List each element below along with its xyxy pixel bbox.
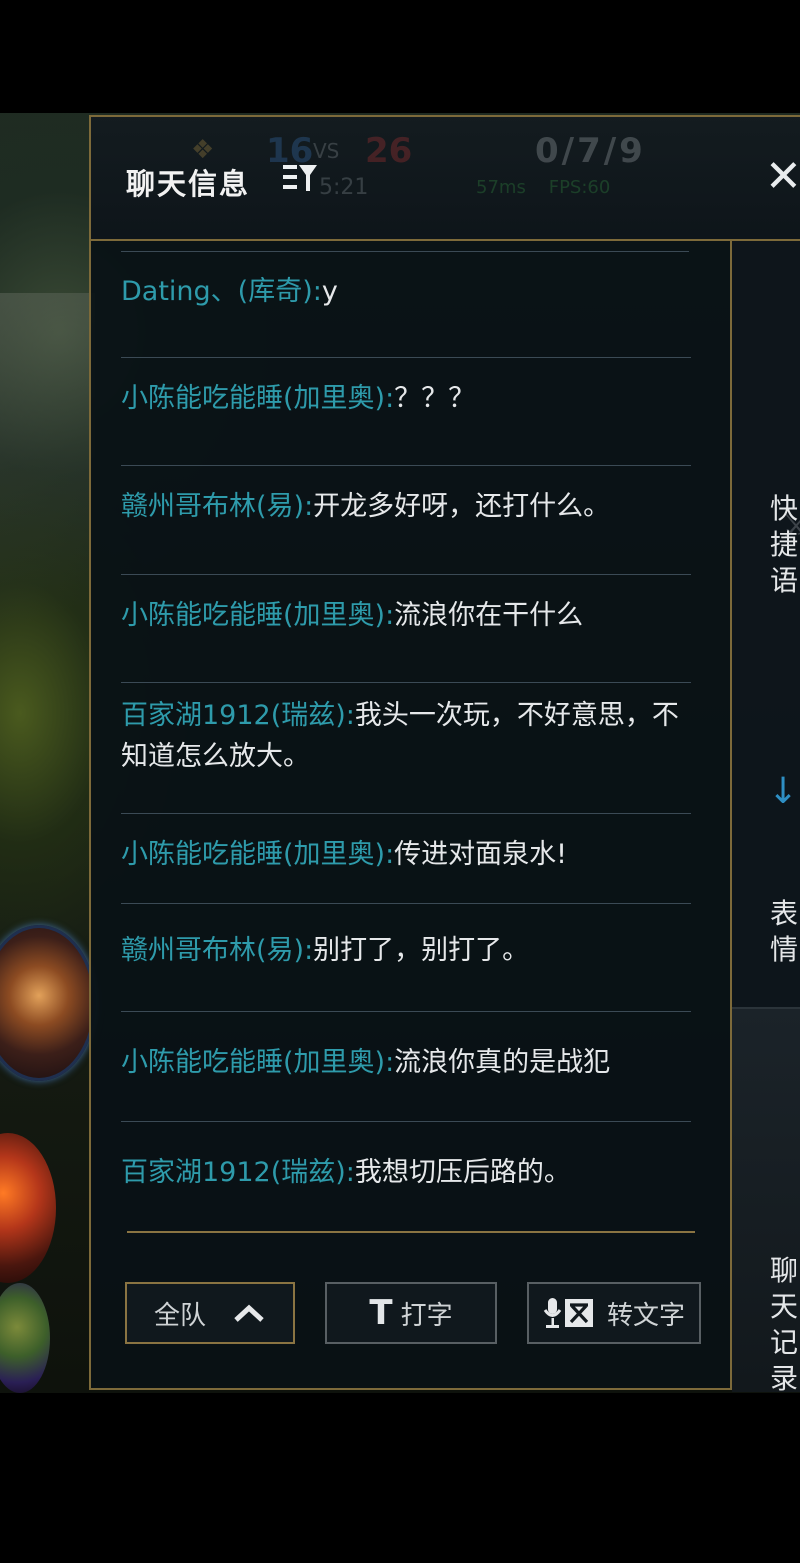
fps: FPS:60 bbox=[548, 177, 611, 198]
list-item: 小陈能吃能睡(加里奥):传进对面泉水! bbox=[121, 813, 691, 875]
chat-history-tab[interactable]: 聊天记录 bbox=[770, 1253, 800, 1397]
message-sender[interactable]: 小陈能吃能睡(加里奥): bbox=[121, 600, 394, 631]
ping: 57ms bbox=[476, 177, 526, 198]
list-item: 小陈能吃能睡(加里奥):？？？ bbox=[121, 357, 691, 419]
message-text: 流浪你真的是战犯 bbox=[394, 1047, 611, 1078]
message-text: 传进对面泉水! bbox=[394, 839, 567, 870]
voice-to-text-icon bbox=[543, 1298, 593, 1328]
message-text: y bbox=[321, 276, 338, 307]
list-item: 赣州哥布林(易):开龙多好呀，还打什么。 bbox=[121, 465, 691, 527]
map-terrain bbox=[0, 293, 95, 713]
divider bbox=[127, 1231, 695, 1233]
red-score: 26 bbox=[365, 131, 413, 171]
chat-sidebar: ⚔ 快捷语 ↓ 表情 聊天记录 bbox=[730, 241, 800, 1395]
message-text: ？？？ bbox=[394, 383, 476, 414]
text-icon: T bbox=[369, 1293, 393, 1333]
message-text: 别打了，别打了。 bbox=[313, 935, 530, 966]
message-sender[interactable]: 赣州哥布林(易): bbox=[121, 491, 313, 522]
voice-to-text-button[interactable]: 转文字 bbox=[527, 1282, 701, 1344]
vs-label: VS bbox=[313, 139, 340, 163]
chat-header: ❖ 16 VS 26 5:21 0/7/9 57ms FPS:60 聊天信息 ✕ bbox=[91, 117, 800, 241]
game-timer: 5:21 bbox=[319, 175, 369, 200]
message-sender[interactable]: 小陈能吃能睡(加里奥): bbox=[121, 1047, 394, 1078]
message-sender[interactable]: 赣州哥布林(易): bbox=[121, 935, 313, 966]
message-text: 流浪你在干什么 bbox=[394, 600, 584, 631]
message-text: 开龙多好呀，还打什么。 bbox=[313, 491, 611, 522]
close-icon[interactable]: ✕ bbox=[765, 155, 800, 199]
list-item: 百家湖1912(瑞兹):我头一次玩，不好意思，不知道怎么放大。 bbox=[121, 682, 691, 777]
voice-to-text-label: 转文字 bbox=[606, 1300, 685, 1331]
list-item: 赣州哥布林(易):别打了，别打了。 bbox=[121, 903, 691, 971]
team-channel-label: 全队 bbox=[153, 1300, 206, 1331]
kda-readout: 0/7/9 bbox=[535, 131, 646, 171]
chat-panel: ❖ 16 VS 26 5:21 0/7/9 57ms FPS:60 聊天信息 ✕… bbox=[89, 115, 800, 1395]
ability-icon-1[interactable] bbox=[0, 925, 96, 1081]
team-channel-button[interactable]: 全队 bbox=[125, 1282, 295, 1344]
ability-icon-3[interactable] bbox=[0, 1283, 50, 1393]
message-sender[interactable]: 小陈能吃能睡(加里奥): bbox=[121, 839, 394, 870]
quick-phrases-tab[interactable]: 快捷语 bbox=[770, 491, 800, 599]
page-title: 聊天信息 bbox=[126, 167, 251, 201]
message-sender[interactable]: 百家湖1912(瑞兹): bbox=[121, 1157, 355, 1188]
list-item: Dating、(库奇):y bbox=[121, 251, 691, 312]
message-sender[interactable]: 百家湖1912(瑞兹): bbox=[121, 700, 355, 731]
list-item: 百家湖1912(瑞兹):我想切压后路的。 bbox=[121, 1121, 691, 1193]
message-sender[interactable]: 小陈能吃能睡(加里奥): bbox=[121, 383, 394, 414]
message-sender[interactable]: Dating、(库奇): bbox=[121, 276, 322, 307]
filter-icon[interactable] bbox=[281, 161, 319, 195]
emoji-tab[interactable]: 表情 bbox=[770, 896, 800, 968]
type-button-label: 打字 bbox=[400, 1300, 453, 1331]
arrow-down-icon: ↓ bbox=[768, 771, 799, 812]
ability-icon-2[interactable] bbox=[0, 1133, 56, 1283]
chevron-up-icon bbox=[234, 1304, 264, 1322]
message-text: 我想切压后路的。 bbox=[354, 1157, 571, 1188]
type-button[interactable]: T 打字 bbox=[325, 1282, 497, 1344]
list-item: 小陈能吃能睡(加里奥):流浪你在干什么 bbox=[121, 574, 691, 636]
message-list[interactable]: Dating、(库奇):y 小陈能吃能睡(加里奥):？？？ 赣州哥布林(易):开… bbox=[91, 241, 731, 1241]
network-readout: 57ms FPS:60 bbox=[476, 177, 610, 198]
list-item: 小陈能吃能睡(加里奥):流浪你真的是战犯 bbox=[121, 1011, 691, 1083]
